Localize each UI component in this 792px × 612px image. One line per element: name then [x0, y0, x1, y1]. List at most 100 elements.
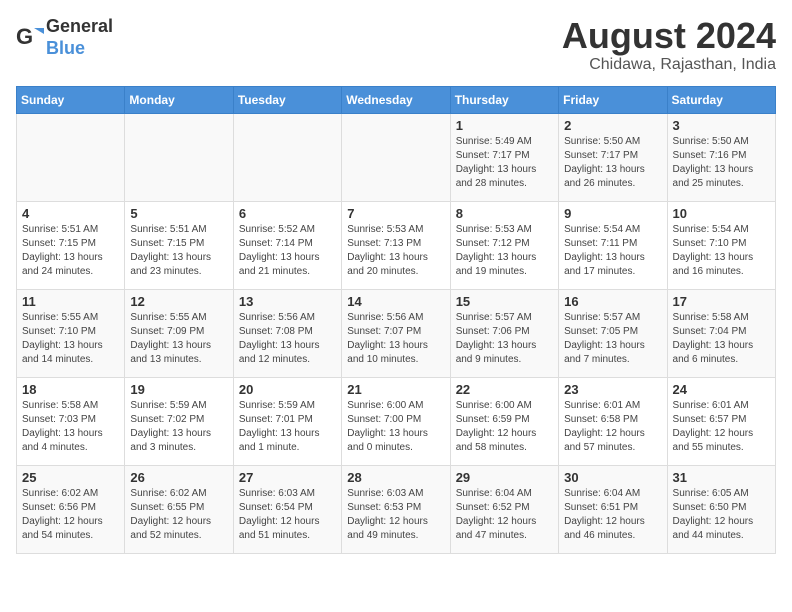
- day-info: Sunrise: 6:03 AM Sunset: 6:54 PM Dayligh…: [239, 487, 336, 543]
- day-info: Sunrise: 6:04 AM Sunset: 6:51 PM Dayligh…: [564, 487, 661, 543]
- day-number: 28: [347, 470, 444, 485]
- day-info: Sunrise: 6:03 AM Sunset: 6:53 PM Dayligh…: [347, 487, 444, 543]
- day-info: Sunrise: 5:59 AM Sunset: 7:01 PM Dayligh…: [239, 399, 336, 455]
- day-info: Sunrise: 5:58 AM Sunset: 7:04 PM Dayligh…: [673, 311, 770, 367]
- day-number: 7: [347, 206, 444, 221]
- day-info: Sunrise: 5:59 AM Sunset: 7:02 PM Dayligh…: [130, 399, 227, 455]
- calendar-day-cell: 19 Sunrise: 5:59 AM Sunset: 7:02 PM Dayli…: [125, 377, 233, 465]
- day-number: 10: [673, 206, 770, 221]
- logo-icon: G: [16, 24, 44, 52]
- day-number: 29: [456, 470, 553, 485]
- day-info: Sunrise: 5:56 AM Sunset: 7:07 PM Dayligh…: [347, 311, 444, 367]
- day-number: 17: [673, 294, 770, 309]
- day-info: Sunrise: 6:00 AM Sunset: 6:59 PM Dayligh…: [456, 399, 553, 455]
- calendar-day-cell: 10Sunrise: 5:54 AM Sunset: 7:10 PM Dayli…: [667, 201, 775, 289]
- day-info: Sunrise: 5:51 AM Sunset: 7:15 PM Dayligh…: [22, 223, 119, 279]
- calendar-day-cell: 2 Sunrise: 5:50 AM Sunset: 7:17 PM Daylig…: [559, 113, 667, 201]
- day-info: Sunrise: 6:02 AM Sunset: 6:56 PM Dayligh…: [22, 487, 119, 543]
- day-number: 18: [22, 382, 119, 397]
- day-number: 22: [456, 382, 553, 397]
- calendar-day-cell: [125, 113, 233, 201]
- day-number: 6: [239, 206, 336, 221]
- day-info: Sunrise: 5:54 AM Sunset: 7:11 PM Dayligh…: [564, 223, 661, 279]
- weekday-header-saturday: Saturday: [667, 86, 775, 113]
- day-info: Sunrise: 5:55 AM Sunset: 7:10 PM Dayligh…: [22, 311, 119, 367]
- calendar-day-cell: 14 Sunrise: 5:56 AM Sunset: 7:07 PM Dayli…: [342, 289, 450, 377]
- day-number: 12: [130, 294, 227, 309]
- calendar-day-cell: 1 Sunrise: 5:49 AM Sunset: 7:17 PM Daylig…: [450, 113, 558, 201]
- weekday-header-sunday: Sunday: [17, 86, 125, 113]
- calendar-day-cell: 16 Sunrise: 5:57 AM Sunset: 7:05 PM Dayli…: [559, 289, 667, 377]
- calendar-day-cell: [342, 113, 450, 201]
- svg-text:G: G: [16, 24, 33, 49]
- day-info: Sunrise: 5:58 AM Sunset: 7:03 PM Dayligh…: [22, 399, 119, 455]
- calendar-day-cell: 4 Sunrise: 5:51 AM Sunset: 7:15 PM Daylig…: [17, 201, 125, 289]
- day-info: Sunrise: 5:49 AM Sunset: 7:17 PM Dayligh…: [456, 135, 553, 191]
- calendar-day-cell: [233, 113, 341, 201]
- day-number: 26: [130, 470, 227, 485]
- day-info: Sunrise: 6:01 AM Sunset: 6:58 PM Dayligh…: [564, 399, 661, 455]
- calendar-day-cell: 28 Sunrise: 6:03 AM Sunset: 6:53 PM Dayli…: [342, 465, 450, 553]
- calendar-day-cell: 22 Sunrise: 6:00 AM Sunset: 6:59 PM Dayli…: [450, 377, 558, 465]
- calendar-day-cell: 5Sunrise: 5:51 AM Sunset: 7:15 PM Daylig…: [125, 201, 233, 289]
- calendar-week-row: 18 Sunrise: 5:58 AM Sunset: 7:03 PM Dayli…: [17, 377, 776, 465]
- day-info: Sunrise: 6:01 AM Sunset: 6:57 PM Dayligh…: [673, 399, 770, 455]
- calendar-day-cell: 11 Sunrise: 5:55 AM Sunset: 7:10 PM Dayli…: [17, 289, 125, 377]
- day-number: 19: [130, 382, 227, 397]
- day-number: 14: [347, 294, 444, 309]
- logo-line1: General: [46, 16, 113, 38]
- calendar-day-cell: 13 Sunrise: 5:56 AM Sunset: 7:08 PM Dayli…: [233, 289, 341, 377]
- day-info: Sunrise: 6:00 AM Sunset: 7:00 PM Dayligh…: [347, 399, 444, 455]
- calendar-day-cell: 6 Sunrise: 5:52 AM Sunset: 7:14 PM Daylig…: [233, 201, 341, 289]
- calendar-day-cell: 27 Sunrise: 6:03 AM Sunset: 6:54 PM Dayli…: [233, 465, 341, 553]
- day-info: Sunrise: 6:04 AM Sunset: 6:52 PM Dayligh…: [456, 487, 553, 543]
- weekday-header-tuesday: Tuesday: [233, 86, 341, 113]
- day-number: 2: [564, 118, 661, 133]
- day-number: 25: [22, 470, 119, 485]
- weekday-header-wednesday: Wednesday: [342, 86, 450, 113]
- day-number: 16: [564, 294, 661, 309]
- day-number: 5: [130, 206, 227, 221]
- title-area: August 2024 Chidawa, Rajasthan, India: [562, 16, 776, 74]
- month-title: August 2024: [562, 16, 776, 56]
- day-number: 23: [564, 382, 661, 397]
- calendar-day-cell: 29 Sunrise: 6:04 AM Sunset: 6:52 PM Dayli…: [450, 465, 558, 553]
- day-number: 21: [347, 382, 444, 397]
- day-info: Sunrise: 5:57 AM Sunset: 7:05 PM Dayligh…: [564, 311, 661, 367]
- logo-line2: Blue: [46, 38, 113, 60]
- day-info: Sunrise: 6:05 AM Sunset: 6:50 PM Dayligh…: [673, 487, 770, 543]
- day-number: 4: [22, 206, 119, 221]
- day-number: 20: [239, 382, 336, 397]
- day-number: 15: [456, 294, 553, 309]
- day-number: 13: [239, 294, 336, 309]
- calendar-day-cell: 7 Sunrise: 5:53 AM Sunset: 7:13 PM Daylig…: [342, 201, 450, 289]
- page-header: G General Blue August 2024 Chidawa, Raja…: [16, 16, 776, 74]
- day-number: 27: [239, 470, 336, 485]
- weekday-header-row: SundayMondayTuesdayWednesdayThursdayFrid…: [17, 86, 776, 113]
- day-number: 24: [673, 382, 770, 397]
- day-info: Sunrise: 5:55 AM Sunset: 7:09 PM Dayligh…: [130, 311, 227, 367]
- calendar-day-cell: 15 Sunrise: 5:57 AM Sunset: 7:06 PM Dayli…: [450, 289, 558, 377]
- calendar-week-row: 1 Sunrise: 5:49 AM Sunset: 7:17 PM Daylig…: [17, 113, 776, 201]
- day-info: Sunrise: 6:02 AM Sunset: 6:55 PM Dayligh…: [130, 487, 227, 543]
- day-number: 31: [673, 470, 770, 485]
- day-info: Sunrise: 5:57 AM Sunset: 7:06 PM Dayligh…: [456, 311, 553, 367]
- calendar-day-cell: 25 Sunrise: 6:02 AM Sunset: 6:56 PM Dayli…: [17, 465, 125, 553]
- calendar-table: SundayMondayTuesdayWednesdayThursdayFrid…: [16, 86, 776, 554]
- day-info: Sunrise: 5:56 AM Sunset: 7:08 PM Dayligh…: [239, 311, 336, 367]
- calendar-day-cell: [17, 113, 125, 201]
- calendar-day-cell: 8Sunrise: 5:53 AM Sunset: 7:12 PM Daylig…: [450, 201, 558, 289]
- calendar-day-cell: 12 Sunrise: 5:55 AM Sunset: 7:09 PM Dayli…: [125, 289, 233, 377]
- calendar-day-cell: 9Sunrise: 5:54 AM Sunset: 7:11 PM Daylig…: [559, 201, 667, 289]
- day-info: Sunrise: 5:53 AM Sunset: 7:12 PM Dayligh…: [456, 223, 553, 279]
- calendar-day-cell: 3Sunrise: 5:50 AM Sunset: 7:16 PM Daylig…: [667, 113, 775, 201]
- calendar-day-cell: 18 Sunrise: 5:58 AM Sunset: 7:03 PM Dayli…: [17, 377, 125, 465]
- day-info: Sunrise: 5:52 AM Sunset: 7:14 PM Dayligh…: [239, 223, 336, 279]
- calendar-week-row: 4 Sunrise: 5:51 AM Sunset: 7:15 PM Daylig…: [17, 201, 776, 289]
- day-number: 11: [22, 294, 119, 309]
- day-info: Sunrise: 5:53 AM Sunset: 7:13 PM Dayligh…: [347, 223, 444, 279]
- day-number: 1: [456, 118, 553, 133]
- calendar-day-cell: 20 Sunrise: 5:59 AM Sunset: 7:01 PM Dayli…: [233, 377, 341, 465]
- calendar-day-cell: 31 Sunrise: 6:05 AM Sunset: 6:50 PM Dayli…: [667, 465, 775, 553]
- day-info: Sunrise: 5:50 AM Sunset: 7:17 PM Dayligh…: [564, 135, 661, 191]
